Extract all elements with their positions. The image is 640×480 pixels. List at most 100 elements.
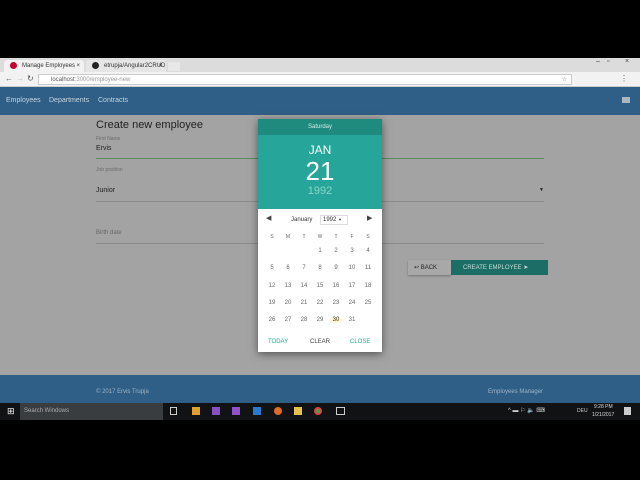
clock-time[interactable]: 9:28 PM — [594, 404, 613, 410]
birth-date-input[interactable]: Birth date — [96, 230, 122, 236]
clear-button[interactable]: CLEAR — [310, 339, 330, 345]
close-button[interactable]: CLOSE — [350, 339, 370, 345]
maximize-button[interactable]: ▫ — [607, 58, 609, 65]
chrome-icon[interactable] — [314, 407, 322, 415]
weekday-header: W — [317, 234, 323, 240]
calendar-day[interactable]: 7 — [297, 265, 311, 271]
page-title: Create new employee — [96, 119, 204, 131]
reload-icon[interactable]: ↻ — [27, 74, 34, 83]
vscode-icon[interactable] — [253, 407, 261, 415]
calendar-day[interactable]: 18 — [361, 283, 375, 289]
tab-label: etrupja/Angular2CRUD — [104, 63, 166, 69]
calendar-day[interactable]: 11 — [361, 265, 375, 271]
nav-contracts[interactable]: Contracts — [98, 97, 128, 104]
weekday-header: M — [285, 234, 291, 240]
calendar-day[interactable]: 17 — [345, 283, 359, 289]
calendar-day[interactable]: 3 — [345, 248, 359, 254]
create-employee-button[interactable]: CREATE EMPLOYEE ➤ — [451, 260, 548, 275]
calendar-day[interactable]: 2 — [329, 248, 343, 254]
task-view-icon[interactable] — [170, 407, 177, 415]
calendar-day[interactable]: 5 — [265, 265, 279, 271]
datepicker-dialog: Saturday JAN 21 1992 ◀ January 1992 ▼ ▶ … — [258, 119, 382, 352]
back-arrow-icon: ↩ — [414, 265, 421, 271]
calendar-day[interactable]: 28 — [297, 317, 311, 323]
forward-arrow-icon[interactable]: → — [16, 74, 24, 83]
calendar-day[interactable]: 30 — [329, 317, 343, 324]
year-value: 1992 — [323, 217, 337, 223]
calendar-day[interactable]: 20 — [281, 300, 295, 306]
close-window-button[interactable]: × — [625, 58, 629, 65]
file-explorer-icon[interactable] — [294, 407, 302, 415]
search-windows-input[interactable]: Search Windows — [20, 403, 163, 420]
selected-month: JAN — [308, 143, 332, 157]
postman-icon[interactable] — [274, 407, 282, 415]
calendar-day[interactable]: 27 — [281, 317, 295, 323]
calendar-day[interactable]: 24 — [345, 300, 359, 306]
tab-bar: Manage Employees × etrupja/Angular2CRUD × … — [0, 58, 640, 72]
prev-month-icon[interactable]: ◀ — [266, 214, 271, 222]
calendar-day[interactable]: 6 — [281, 265, 295, 271]
dropdown-arrow-icon: ▼ — [539, 187, 544, 193]
windows-start-icon[interactable]: ⊞ — [7, 406, 15, 417]
month-label: January — [291, 217, 313, 223]
calendar-day[interactable]: 14 — [297, 283, 311, 289]
tray-icons[interactable]: ^ ▬ ⚐ 🔈 ⌨ — [508, 407, 545, 414]
clock-date[interactable]: 1/21/2017 — [592, 412, 614, 418]
calendar-day[interactable]: 15 — [313, 283, 327, 289]
github-icon — [92, 62, 99, 69]
selected-day: 21 — [305, 156, 335, 186]
calendar-day[interactable]: 12 — [265, 283, 279, 289]
first-name-input[interactable]: Ervis — [96, 145, 112, 152]
taskbar: ⊞ Search Windows ^ ▬ ⚐ 🔈 ⌨ DEU 9:28 PM 1… — [0, 403, 640, 420]
calendar-day[interactable]: 21 — [297, 300, 311, 306]
calendar-day[interactable]: 10 — [345, 265, 359, 271]
weekday-header: S — [270, 234, 274, 240]
calendar-day[interactable]: 4 — [361, 248, 375, 254]
nav-departments[interactable]: Departments — [49, 97, 89, 104]
selected-year: 1992 — [307, 185, 333, 197]
back-arrow-icon[interactable]: ← — [5, 74, 13, 83]
nav-employees[interactable]: Employees — [6, 97, 41, 104]
calendar-day[interactable]: 9 — [329, 265, 343, 271]
terminal-icon[interactable] — [336, 407, 345, 415]
calendar-day[interactable]: 23 — [329, 300, 343, 306]
url-input[interactable]: localhost:3000/employee-new ☆ — [38, 74, 572, 85]
weekday-header: T — [302, 234, 306, 240]
new-tab-button[interactable] — [168, 62, 180, 71]
notifications-icon[interactable] — [624, 407, 631, 415]
today-button[interactable]: TODAY — [268, 339, 288, 345]
calendar-day[interactable]: 19 — [265, 300, 279, 306]
minimize-button[interactable]: – — [596, 58, 600, 65]
calendar-day[interactable]: 16 — [329, 283, 343, 289]
back-button[interactable]: ↩ BACK — [408, 260, 451, 275]
menu-icon[interactable]: ⋮ — [620, 74, 628, 83]
footer: © 2017 Ervis Trupja Employees Manager — [0, 375, 640, 403]
year-select[interactable]: 1992 ▼ — [320, 215, 348, 225]
weekday-header: T — [334, 234, 338, 240]
footer-app-name: Employees Manager — [488, 389, 544, 395]
language-indicator[interactable]: DEU — [577, 408, 588, 414]
visual-studio-2-icon[interactable] — [232, 407, 240, 415]
star-icon[interactable]: ☆ — [562, 76, 567, 83]
visual-studio-icon[interactable] — [212, 407, 220, 415]
angular-icon — [10, 62, 17, 69]
close-tab-icon[interactable]: × — [76, 63, 80, 69]
tab-manage-employees[interactable]: Manage Employees × — [4, 60, 84, 72]
close-tab-icon[interactable]: × — [158, 63, 162, 69]
calendar-day[interactable]: 29 — [313, 317, 327, 323]
user-card-icon[interactable] — [622, 97, 630, 103]
tools-app-icon[interactable] — [192, 407, 200, 415]
copyright: © 2017 Ervis Trupja — [96, 389, 149, 395]
next-month-icon[interactable]: ▶ — [367, 214, 372, 222]
calendar-day[interactable]: 1 — [313, 248, 327, 254]
calendar-day[interactable]: 31 — [345, 317, 359, 323]
calendar-day[interactable]: 13 — [281, 283, 295, 289]
calendar-day[interactable]: 26 — [265, 317, 279, 323]
calendar-day[interactable]: 8 — [313, 265, 327, 271]
back-label: BACK — [420, 265, 438, 271]
navbar — [0, 87, 640, 115]
tab-github[interactable]: etrupja/Angular2CRUD × — [86, 60, 166, 72]
tab-label: Manage Employees — [22, 63, 76, 69]
calendar-day[interactable]: 25 — [361, 300, 375, 306]
calendar-day[interactable]: 22 — [313, 300, 327, 306]
